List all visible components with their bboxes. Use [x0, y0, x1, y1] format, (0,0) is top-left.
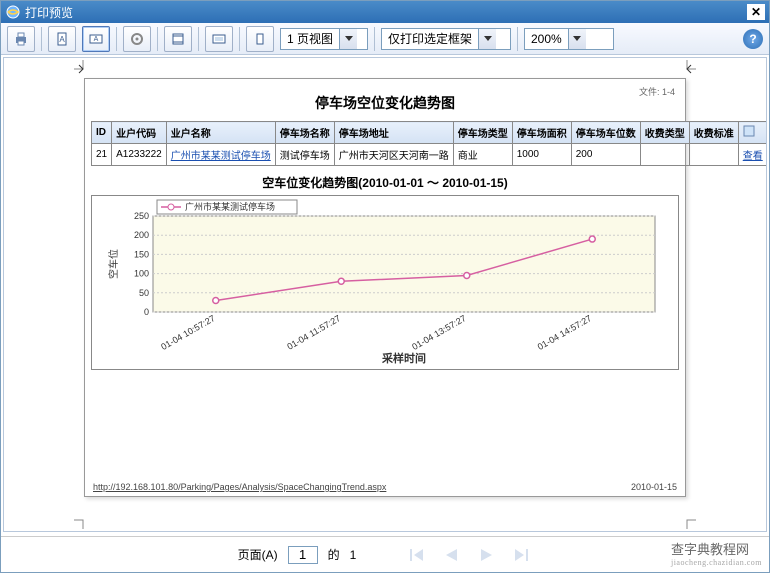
page-area: 文件: 1-4 停车场空位变化趋势图 ID 业户代码 业户名称 停车场名称 停车… [4, 58, 766, 531]
one-page-button[interactable] [246, 26, 274, 52]
svg-text:A: A [94, 36, 99, 43]
full-width-button[interactable] [205, 26, 233, 52]
pager-next-button[interactable] [474, 545, 498, 565]
cell-type: 商业 [453, 144, 512, 166]
page-title: 停车场空位变化趋势图 [91, 85, 679, 121]
svg-text:250: 250 [134, 211, 149, 221]
frame-select[interactable]: 仅打印选定框架 [381, 28, 511, 50]
separator [517, 27, 518, 51]
svg-text:0: 0 [144, 307, 149, 317]
cell-area: 1000 [512, 144, 571, 166]
svg-text:广州市某某测试停车场: 广州市某某测试停车场 [185, 201, 275, 212]
print-button[interactable] [7, 26, 35, 52]
header-footer-button[interactable] [164, 26, 192, 52]
svg-text:空车位: 空车位 [107, 249, 120, 279]
separator [239, 27, 240, 51]
cell-spots: 200 [571, 144, 640, 166]
pager-total: 1 [350, 548, 357, 562]
svg-text:A: A [59, 35, 65, 44]
pager-label-page: 页面(A) [238, 546, 278, 563]
th-feetype: 收费类型 [640, 122, 689, 144]
separator [116, 27, 117, 51]
separator [157, 27, 158, 51]
pager-first-button[interactable] [406, 545, 430, 565]
view-select-label: 1 页视图 [281, 30, 339, 47]
th-code: 业户代码 [112, 122, 167, 144]
preview-viewport: 文件: 1-4 停车场空位变化趋势图 ID 业户代码 业户名称 停车场名称 停车… [3, 57, 767, 532]
th-area: 停车场面积 [512, 122, 571, 144]
table-header-row: ID 业户代码 业户名称 停车场名称 停车场地址 停车场类型 停车场面积 停车场… [92, 122, 768, 144]
chevron-down-icon [568, 29, 586, 49]
sheet-icon [743, 125, 755, 137]
toolbar: A A 1 页视图 仅打印选定框架 200% [1, 23, 769, 55]
cell-view-link[interactable]: 查看 [738, 144, 767, 166]
preview-page: 文件: 1-4 停车场空位变化趋势图 ID 业户代码 业户名称 停车场名称 停车… [84, 78, 686, 497]
margin-handle-top-left[interactable] [74, 60, 92, 78]
svg-text:100: 100 [134, 269, 149, 279]
frame-select-label: 仅打印选定框架 [382, 30, 478, 47]
pager-last-button[interactable] [508, 545, 532, 565]
pager: 页面(A) 的 1 [1, 536, 769, 572]
margin-handle-top-right[interactable] [678, 60, 696, 78]
th-name: 停车场名称 [275, 122, 334, 144]
separator [198, 27, 199, 51]
table-row: 21 A1233222 广州市某某测试停车场 测试停车场 广州市天河区天河南一路… [92, 144, 768, 166]
th-address: 停车场地址 [334, 122, 453, 144]
separator [41, 27, 42, 51]
separator [374, 27, 375, 51]
print-preview-window: 打印预览 ✕ A A 1 页视图 [0, 0, 770, 573]
chevron-down-icon [478, 29, 496, 49]
svg-text:50: 50 [139, 288, 149, 298]
ie-icon [5, 4, 21, 20]
view-select[interactable]: 1 页视图 [280, 28, 368, 50]
footer-date: 2010-01-15 [631, 482, 677, 492]
cell-feestd [689, 144, 738, 166]
help-button[interactable]: ? [743, 29, 763, 49]
svg-text:01-04 11:57:27: 01-04 11:57:27 [285, 313, 342, 352]
chart-svg: 0 50 100 150 200 250 空车位 01-04 10:57:27 01-04 11… [92, 196, 678, 366]
svg-text:01-04 13:57:27: 01-04 13:57:27 [410, 313, 467, 352]
th-type: 停车场类型 [453, 122, 512, 144]
th-action [738, 122, 767, 144]
svg-text:01-04 10:57:27: 01-04 10:57:27 [159, 313, 216, 352]
th-owner: 业户名称 [166, 122, 275, 144]
window-title: 打印预览 [25, 4, 73, 21]
cell-code: A1233222 [112, 144, 167, 166]
th-id: ID [92, 122, 112, 144]
th-spots: 停车场车位数 [571, 122, 640, 144]
pager-current-input[interactable] [288, 546, 318, 564]
chart: 0 50 100 150 200 250 空车位 01-04 10:57:27 01-04 11… [91, 195, 679, 370]
svg-text:150: 150 [134, 249, 149, 259]
svg-text:01-04 14:57:27: 01-04 14:57:27 [536, 313, 593, 352]
svg-text:采样时间: 采样时间 [381, 351, 426, 365]
pager-prev-button[interactable] [440, 545, 464, 565]
margin-handle-bottom-right[interactable] [678, 511, 696, 529]
close-button[interactable]: ✕ [747, 4, 765, 20]
page-notice: 文件: 1-4 [639, 85, 675, 98]
chevron-down-icon [339, 29, 357, 49]
footer-url: http://192.168.101.80/Parking/Pages/Anal… [93, 482, 386, 492]
titlebar: 打印预览 ✕ [1, 1, 769, 23]
svg-text:200: 200 [134, 230, 149, 240]
cell-feetype [640, 144, 689, 166]
th-feestd: 收费标准 [689, 122, 738, 144]
landscape-button[interactable]: A [82, 26, 110, 52]
cell-address: 广州市天河区天河南一路 [334, 144, 453, 166]
zoom-select-label: 200% [525, 32, 568, 46]
chart-title: 空车位变化趋势图(2010-01-01 ～ 2010-01-15) [91, 174, 679, 191]
zoom-select[interactable]: 200% [524, 28, 614, 50]
portrait-button[interactable]: A [48, 26, 76, 52]
margin-handle-bottom-left[interactable] [74, 511, 92, 529]
pager-label-of: 的 [328, 546, 340, 563]
cell-name: 测试停车场 [275, 144, 334, 166]
page-setup-button[interactable] [123, 26, 151, 52]
cell-id: 21 [92, 144, 112, 166]
cell-owner-link[interactable]: 广州市某某测试停车场 [166, 144, 275, 166]
data-table: ID 业户代码 业户名称 停车场名称 停车场地址 停车场类型 停车场面积 停车场… [91, 121, 767, 166]
